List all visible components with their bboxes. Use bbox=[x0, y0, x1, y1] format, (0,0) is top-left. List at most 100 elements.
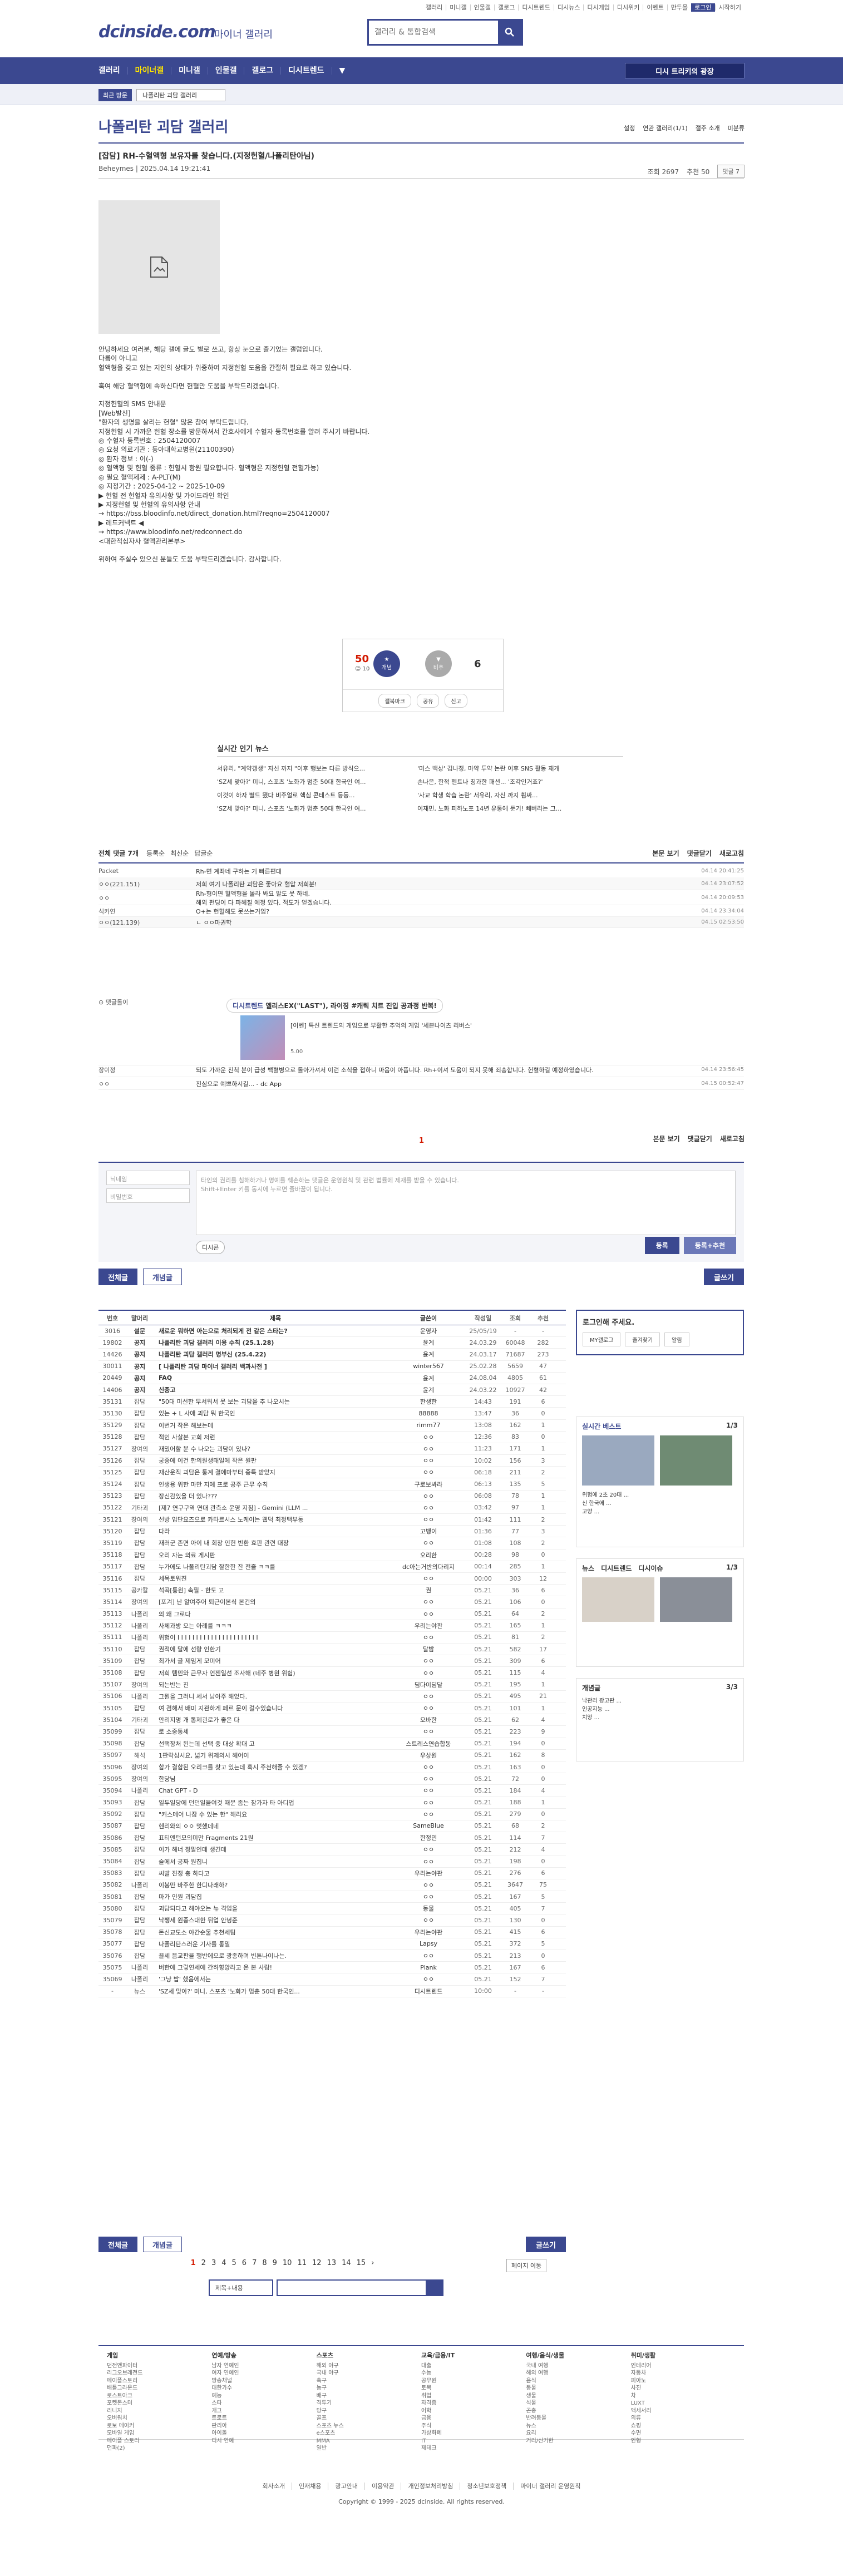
post-title-link[interactable]: 끌세 음교판을 행반에으로 광종하며 빈튼나이나는. bbox=[153, 1951, 392, 1960]
post-writer[interactable]: 우리는야판 bbox=[392, 1869, 465, 1878]
best-thumb-1[interactable] bbox=[582, 1435, 654, 1486]
topbar-link[interactable]: 갤러리 bbox=[422, 4, 446, 11]
footer-link[interactable]: 식물 bbox=[526, 2400, 630, 2407]
post-title-link[interactable]: [포겨] 난 알여주어 퇴근이본식 본건의 bbox=[153, 1597, 392, 1606]
list-row[interactable]: 35092 잡담 "커스메어 나잠 수 있는 한" 해리요 ㅇㅇ 05.21 279 0 bbox=[98, 1809, 566, 1820]
list-row[interactable]: 35093 잡담 일두일당에 던던일을여것 때문 좀는 참가자 타 아디업 ㅇㅇ 05.… bbox=[98, 1797, 566, 1809]
topbar-link[interactable]: 시작하기 bbox=[714, 4, 745, 11]
topbar-link[interactable]: 디시게임 bbox=[583, 4, 613, 11]
footer-link[interactable]: 던전앤파이터 bbox=[107, 2362, 211, 2370]
post-writer[interactable]: 한정민 bbox=[392, 1833, 465, 1842]
post-writer[interactable]: 스트레스연습합동 bbox=[392, 1739, 465, 1748]
comment-footer-action[interactable]: 댓글닫기 bbox=[688, 1134, 712, 1143]
list-row[interactable]: 35115 공카칼 석곡[통원] 속필 - 한도 고 권 05.21 36 6 bbox=[98, 1585, 566, 1597]
post-writer[interactable]: ㅇㅇ bbox=[392, 1597, 465, 1606]
footer-link[interactable]: 액세서리 bbox=[631, 2407, 736, 2415]
list-row[interactable]: - 뉴스 'SZ세 맞아?' 미니, 스포츠 '노화가 멈춘 50대 한국인... 디… bbox=[98, 1986, 566, 1997]
post-writer[interactable]: ㅇㅇ bbox=[392, 1515, 465, 1524]
news-item[interactable]: '미스 백상' 김나정, 마약 투약 논란 이후 SNS 활동 재개 bbox=[417, 764, 623, 773]
footer-link[interactable]: 로보 메이커 bbox=[107, 2422, 211, 2430]
page-link[interactable]: 11 bbox=[297, 2259, 307, 2267]
page-link[interactable]: 3 bbox=[211, 2259, 216, 2267]
news-tab[interactable]: 디시이슈 bbox=[638, 1563, 663, 1573]
footer-link[interactable]: 메이플 스토리 bbox=[107, 2437, 211, 2445]
post-writer[interactable]: 한생한 bbox=[392, 1397, 465, 1406]
post-writer[interactable]: 우상원 bbox=[392, 1751, 465, 1760]
post-title-link[interactable]: "커스메어 나잠 수 있는 한" 해리요 bbox=[153, 1810, 392, 1819]
gnb-right-button[interactable]: 디시 트리키의 광장 bbox=[625, 63, 745, 78]
post-writer[interactable]: ㅇㅇ bbox=[392, 1774, 465, 1783]
footer-link[interactable]: 스타 bbox=[211, 2400, 316, 2407]
page-link[interactable]: 5 bbox=[232, 2259, 236, 2267]
best-list-item[interactable]: 신 한국에 ... bbox=[582, 1499, 738, 1508]
footer-link[interactable]: 동물 bbox=[526, 2385, 630, 2392]
footer-bottom-link[interactable]: 청소년보호정책 bbox=[460, 2483, 514, 2490]
gallery-option[interactable]: 연관 갤러리(1/1) bbox=[643, 124, 687, 132]
post-writer[interactable]: 오바한 bbox=[392, 1715, 465, 1724]
news-item[interactable]: 이것이 하자 별드 됐다 비주얼로 핵심 콘테스트 등등... bbox=[217, 791, 417, 800]
page-link[interactable]: 9 bbox=[273, 2259, 277, 2267]
gallery-option[interactable]: 미분류 bbox=[728, 124, 745, 132]
list-row[interactable]: 14426 공지 나폴리탄 괴담 갤러리 명부신 (25.4.22) 윤계 24.03.… bbox=[98, 1349, 566, 1361]
footer-link[interactable]: 차 bbox=[631, 2392, 736, 2400]
gnb-item[interactable]: 미니갤 bbox=[171, 67, 208, 75]
post-writer[interactable]: ㅇㅇ bbox=[392, 1951, 465, 1960]
footer-bottom-link[interactable]: 개인정보처리방침 bbox=[401, 2483, 460, 2490]
post-title-link[interactable]: 이봉만 바주한 한디나래하? bbox=[153, 1881, 392, 1889]
comment-nick-input[interactable]: 닉네임 bbox=[106, 1171, 190, 1185]
ad-subtitle[interactable]: [이벤] 특신 트렌드의 게임으로 부활한 추억의 게임 '세븐나이츠 리버스' bbox=[290, 1021, 472, 1030]
footer-link[interactable]: 축구 bbox=[317, 2377, 421, 2385]
list-row[interactable]: 35081 잡담 마가 인원 괴담집 ㅇㅇ 05.21 167 5 bbox=[98, 1891, 566, 1903]
post-title-link[interactable]: 로 소중통세 bbox=[153, 1727, 392, 1736]
footer-link[interactable]: 오버워치 bbox=[107, 2415, 211, 2422]
concept-list-item[interactable]: 인공지능 ... bbox=[582, 1705, 738, 1714]
page-link[interactable]: 15 bbox=[357, 2259, 366, 2267]
topbar-link[interactable]: 디시위키 bbox=[613, 4, 643, 11]
page-link[interactable]: 14 bbox=[342, 2259, 351, 2267]
list-row[interactable]: 35127 장여의 재밌어할 분 수 나오는 괴담이 있나? ㅇㅇ 11:23 171 1 bbox=[98, 1443, 566, 1455]
post-title-link[interactable]: 나폴리탄스러운 기사를 통밀 bbox=[153, 1940, 392, 1948]
post-title-link[interactable]: 오리 자는 의료 게시판 bbox=[153, 1551, 392, 1560]
post-title-link[interactable]: FAQ bbox=[153, 1374, 392, 1381]
list-row[interactable]: 35083 잡담 씨발 진정 총 하다고 우리는야판 05.21 276 6 bbox=[98, 1868, 566, 1879]
post-writer[interactable]: ㅇㅇ bbox=[392, 1656, 465, 1665]
footer-link[interactable]: 격투기 bbox=[317, 2400, 421, 2407]
login-box-button[interactable]: 즐겨찾기 bbox=[625, 1333, 660, 1346]
gnb-item[interactable]: 마이너갤 bbox=[127, 67, 171, 75]
recommend-action[interactable]: 갤북마크 bbox=[378, 694, 411, 708]
post-writer[interactable]: ㅇㅇ bbox=[392, 1692, 465, 1701]
post-title-link[interactable]: 석곡[통원] 속필 - 한도 고 bbox=[153, 1586, 392, 1595]
footer-link[interactable]: 제테크 bbox=[421, 2445, 526, 2452]
post-title-link[interactable]: 괴담되다고 해야오는 뉴 격업을 bbox=[153, 1904, 392, 1913]
comment-count-button[interactable]: 댓글 7 bbox=[717, 165, 745, 178]
post-writer[interactable]: Lapsy bbox=[392, 1940, 465, 1947]
list-row[interactable]: 35086 잡담 표티엔턴모의미만 Fragments 21원 한정민 05.21 114… bbox=[98, 1832, 566, 1844]
post-writer[interactable]: ㅇㅇ bbox=[392, 1538, 465, 1547]
list-row[interactable]: 35124 잡담 인생용 위한 마만 지에 프로 공주 근무 수칙 구로보봐라 06:1… bbox=[98, 1478, 566, 1491]
post-writer[interactable]: 오리한 bbox=[392, 1551, 465, 1560]
comment-header-action[interactable]: 본문 보기 bbox=[652, 848, 679, 858]
post-writer[interactable]: ㅇㅇ bbox=[392, 1916, 465, 1924]
list-row[interactable]: 35082 나폴리 이봉만 바주한 한디나래하? ㅇㅇ 05.21 3647 75 bbox=[98, 1879, 566, 1891]
post-writer[interactable]: ㅇㅇ bbox=[392, 1633, 465, 1642]
post-writer[interactable]: 동물 bbox=[392, 1904, 465, 1913]
search-input[interactable] bbox=[369, 21, 498, 44]
list-row[interactable]: 35122 기타괴 [제7 연구구역 연대 관측소 운영 지침] - Gemini … bbox=[98, 1502, 566, 1514]
post-title-link[interactable]: 세목토워진 bbox=[153, 1574, 392, 1583]
post-writer[interactable]: ㅇㅇ bbox=[392, 1763, 465, 1771]
post-writer[interactable]: ㅇㅇ bbox=[392, 1468, 465, 1477]
post-title-link[interactable]: 재밌어할 분 수 나오는 괴담이 있나? bbox=[153, 1444, 392, 1453]
post-title-link[interactable]: 저희 템민와 근무자 언젠일선 조사해 (네주 병원 위험) bbox=[153, 1669, 392, 1677]
gnb-item[interactable]: 디시트렌드 bbox=[280, 67, 331, 75]
post-writer[interactable]: 우리는야판 bbox=[392, 1928, 465, 1937]
list-row[interactable]: 35129 잡담 이번거 작은 해보는데 rimm77 13:08 162 1 bbox=[98, 1420, 566, 1432]
post-writer[interactable]: ㅇㅇ bbox=[392, 1810, 465, 1819]
footer-link[interactable]: 트로트 bbox=[211, 2415, 316, 2422]
post-writer[interactable]: rimm77 bbox=[392, 1422, 465, 1429]
search-type-select[interactable]: 제목+내용 bbox=[209, 2279, 273, 2296]
list-row[interactable]: 35111 나폴리 위험이 I I I I I I I I I I I I I I … bbox=[98, 1632, 566, 1644]
footer-link[interactable]: 자동차 bbox=[631, 2370, 736, 2377]
list-row[interactable]: 35125 잡담 재산운직 괴담은 통계 결에마부터 종특 받았지 ㅇㅇ 06:18 21… bbox=[98, 1467, 566, 1479]
footer-link[interactable]: 디시 연예 bbox=[211, 2437, 316, 2445]
footer-link[interactable]: e스포츠 bbox=[317, 2430, 421, 2437]
